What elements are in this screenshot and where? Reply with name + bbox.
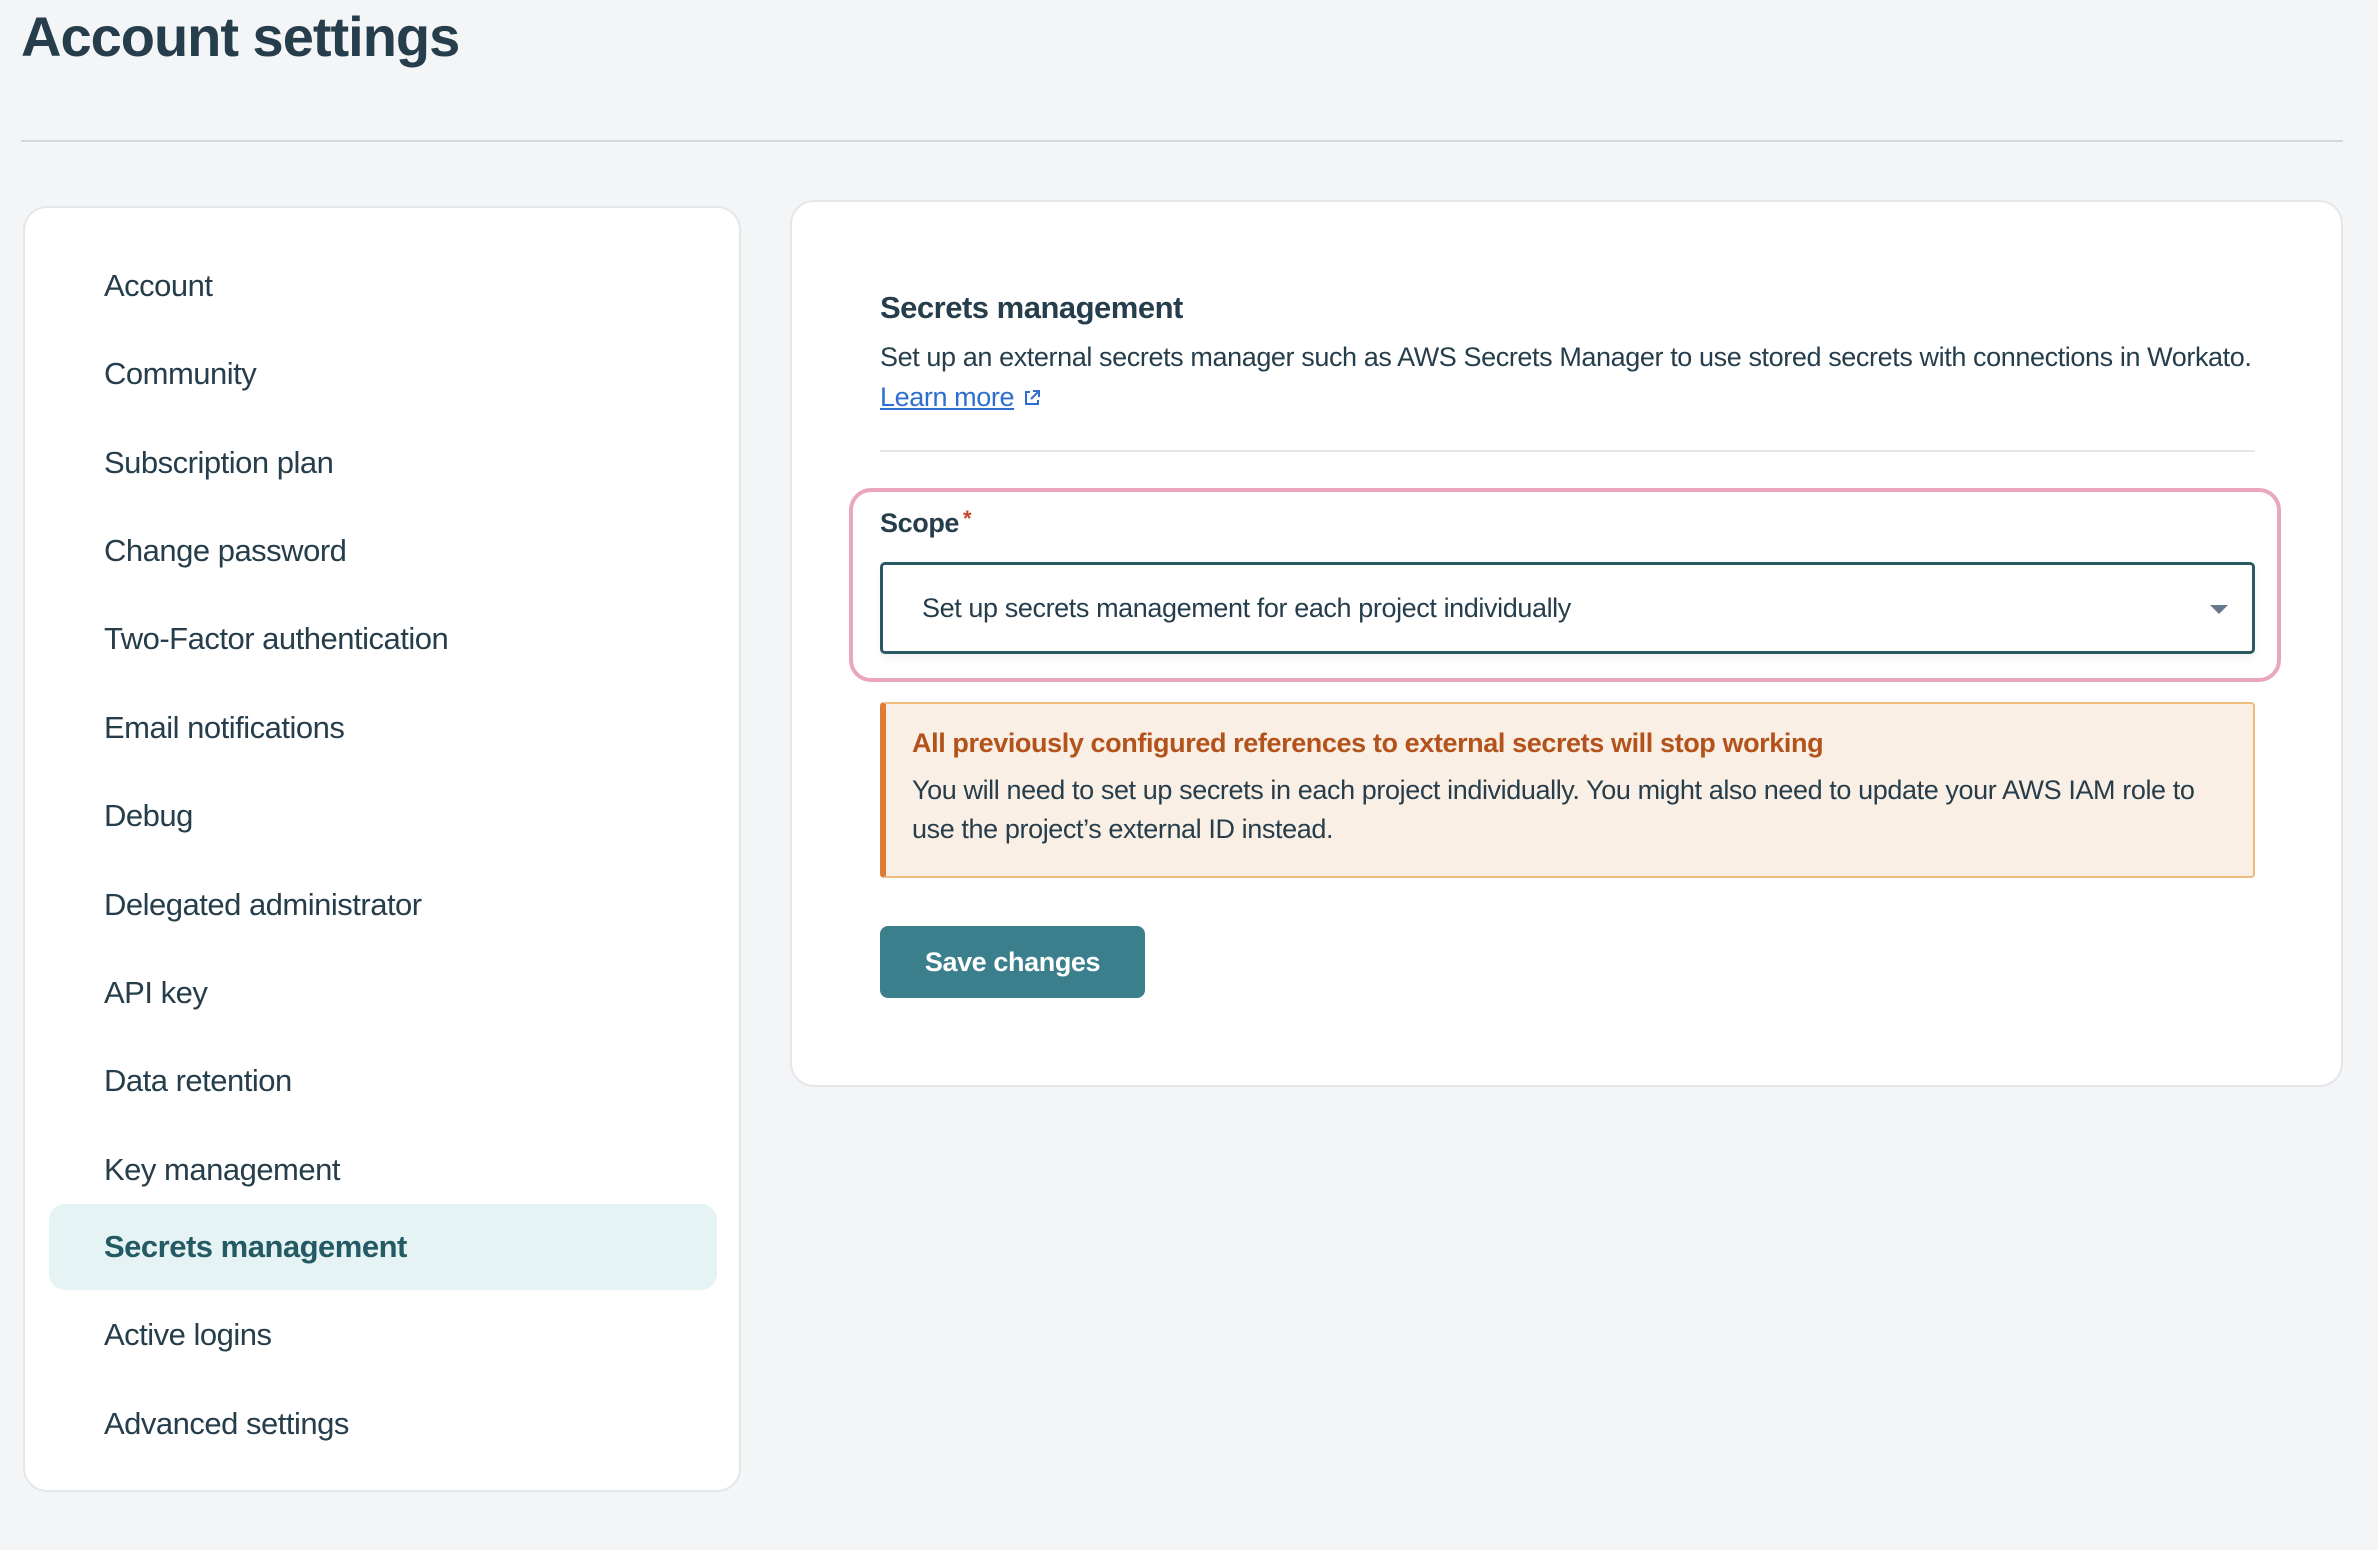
external-link-icon (1025, 389, 1041, 405)
sidebar-item-key-management[interactable]: Key management (49, 1127, 717, 1213)
sidebar-item-email-notifications[interactable]: Email notifications (49, 685, 717, 771)
warning-alert: All previously configured references to … (880, 702, 2255, 878)
settings-sidebar: Account Community Subscription plan Chan… (23, 206, 741, 1492)
sidebar-item-active-logins[interactable]: Active logins (49, 1292, 717, 1378)
secrets-management-card: Secrets management Set up an external se… (790, 200, 2343, 1087)
sidebar-item-account[interactable]: Account (49, 243, 717, 329)
sidebar-item-data-retention[interactable]: Data retention (49, 1038, 717, 1124)
sidebar-item-change-password[interactable]: Change password (49, 508, 717, 594)
header-divider (21, 140, 2343, 142)
scope-selected-value: Set up secrets management for each proje… (922, 592, 1571, 623)
sidebar-item-secrets-management[interactable]: Secrets management (49, 1204, 717, 1290)
section-title: Secrets management (880, 290, 1183, 325)
caret-down-icon (2210, 605, 2228, 614)
sidebar-item-advanced-settings[interactable]: Advanced settings (49, 1381, 717, 1467)
sidebar-item-community[interactable]: Community (49, 331, 717, 417)
scope-select[interactable]: Set up secrets management for each proje… (880, 562, 2255, 654)
warning-title: All previously configured references to … (912, 728, 1824, 758)
learn-more-link[interactable]: Learn more (880, 382, 1042, 413)
save-changes-button[interactable]: Save changes (880, 926, 1145, 998)
sidebar-item-debug[interactable]: Debug (49, 773, 717, 859)
sidebar-item-two-factor-authentication[interactable]: Two-Factor authentication (49, 596, 717, 682)
section-description: Set up an external secrets manager such … (880, 342, 2252, 372)
scope-label-text: Scope (880, 508, 960, 538)
section-divider (880, 450, 2255, 452)
sidebar-item-api-key[interactable]: API key (49, 950, 717, 1036)
warning-body: You will need to set up secrets in each … (912, 775, 2195, 844)
learn-more-label: Learn more (880, 382, 1015, 412)
scope-label: Scope * (880, 506, 972, 539)
required-asterisk: * (963, 506, 972, 531)
sidebar-item-subscription-plan[interactable]: Subscription plan (49, 420, 717, 506)
page-title: Account settings (21, 5, 460, 68)
sidebar-item-delegated-administrator[interactable]: Delegated administrator (49, 862, 717, 948)
